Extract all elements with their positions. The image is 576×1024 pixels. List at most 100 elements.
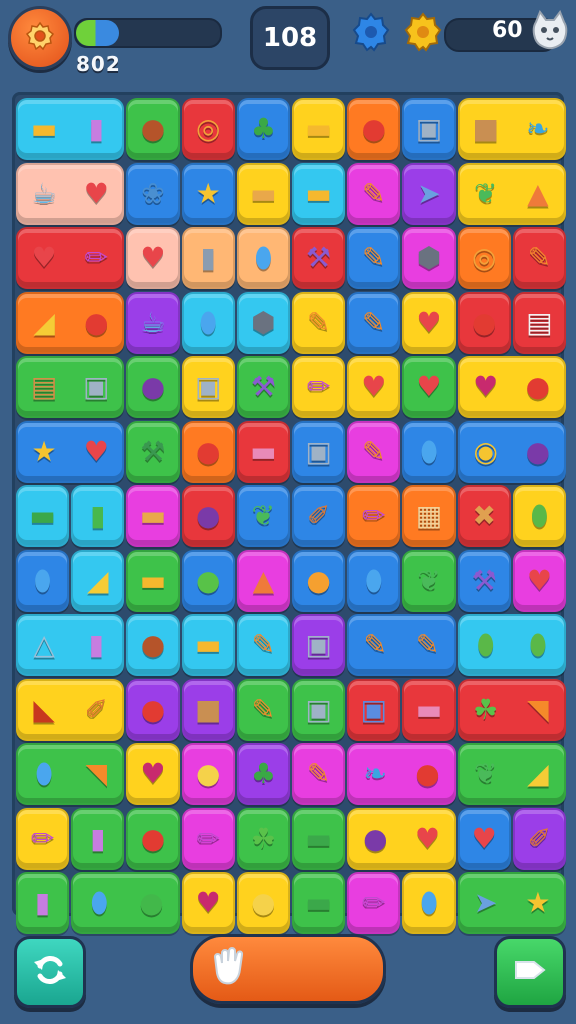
game-tile[interactable]: ◎ (181, 98, 235, 160)
game-tile[interactable]: ⚒ (126, 420, 180, 483)
game-tile[interactable]: ▬ (292, 162, 346, 225)
game-tile[interactable]: ◣ ✐ (16, 678, 125, 741)
game-tile[interactable]: ✎ ✎ (347, 614, 456, 676)
game-tile[interactable]: ▮ (71, 807, 125, 870)
game-tile[interactable]: ▬ (402, 678, 456, 741)
game-tile[interactable]: ▬ ▮ (16, 98, 125, 160)
game-tile[interactable]: ▤ ▣ (16, 356, 125, 418)
game-tile[interactable]: ✐ (512, 807, 566, 870)
game-tile[interactable]: ♥ (126, 227, 180, 289)
game-tile[interactable]: ✎ (347, 227, 401, 289)
game-tile[interactable]: ☕ (126, 291, 180, 354)
game-tile[interactable]: ⬮ (402, 420, 456, 483)
game-tile[interactable]: ☘ (236, 807, 290, 870)
game-tile[interactable]: ● (181, 420, 235, 483)
game-tile[interactable]: ⬮ (181, 291, 235, 354)
game-tile[interactable]: ● (126, 807, 180, 870)
game-tile[interactable]: ▣ (347, 678, 401, 741)
blue-gear-badge-icon[interactable] (352, 12, 390, 52)
game-tile[interactable]: ♥ (512, 549, 566, 612)
game-tile[interactable]: ▤ (512, 291, 566, 354)
next-button[interactable] (494, 936, 566, 1008)
game-tile[interactable]: ★ (181, 162, 235, 225)
game-tile[interactable]: ▦ (402, 485, 456, 547)
game-tile[interactable]: ● (126, 678, 180, 741)
game-tile[interactable]: ⬮ (236, 227, 290, 289)
game-tile[interactable]: ⚒ (457, 549, 511, 612)
game-tile[interactable]: ✎ (236, 678, 290, 741)
hint-button[interactable] (190, 934, 386, 1004)
game-tile[interactable]: ⚒ (236, 356, 290, 418)
game-tile[interactable]: ⚒ (292, 227, 346, 289)
game-tile[interactable]: ▣ (292, 420, 346, 483)
game-tile[interactable]: ✐ (292, 485, 346, 547)
game-tile[interactable]: ✎ (512, 227, 566, 289)
game-tile[interactable]: ▬ (236, 162, 290, 225)
game-tile[interactable]: ● (347, 98, 401, 160)
game-tile[interactable]: ✏ (16, 807, 70, 870)
game-tile[interactable]: ♥ (457, 807, 511, 870)
game-tile[interactable]: ✎ (347, 291, 401, 354)
game-tile[interactable]: ■ (181, 678, 235, 741)
undo-button[interactable] (14, 936, 86, 1008)
game-tile[interactable]: ✎ (292, 291, 346, 354)
game-tile[interactable]: ✎ (292, 743, 346, 805)
game-tile[interactable]: ♥ (126, 743, 180, 805)
game-tile[interactable]: ♣ (236, 98, 290, 160)
game-tile[interactable]: ● (126, 356, 180, 418)
game-tile[interactable]: ⬮ ◥ (16, 743, 125, 805)
game-tile[interactable]: ⬮ (16, 549, 70, 612)
game-tile[interactable]: ✎ (347, 420, 401, 483)
game-tile[interactable]: ♥ ✏ (16, 227, 125, 289)
game-tile[interactable]: ● (126, 614, 180, 676)
game-tile[interactable]: ▬ (181, 614, 235, 676)
game-tile[interactable]: ▬ (292, 98, 346, 160)
game-tile[interactable]: ◢ ● (16, 291, 125, 354)
game-tile[interactable]: ● (126, 98, 180, 160)
game-tile[interactable]: ★ ♥ (16, 420, 125, 483)
game-tile[interactable]: ◉ ● (457, 420, 566, 483)
game-tile[interactable]: ◎ (457, 227, 511, 289)
gold-gear-badge-icon[interactable] (404, 12, 442, 52)
game-tile[interactable]: ☘ ◥ (457, 678, 566, 741)
game-tile[interactable]: ▮ (181, 227, 235, 289)
game-tile[interactable]: ✏ (347, 485, 401, 547)
game-tile[interactable]: ▣ (292, 678, 346, 741)
game-tile[interactable]: ● (181, 549, 235, 612)
settings-button[interactable] (8, 6, 72, 70)
game-tile[interactable]: ● ♥ (347, 807, 456, 870)
game-tile[interactable]: ♥ (347, 356, 401, 418)
game-tile[interactable]: ▬ (292, 807, 346, 870)
game-tile[interactable]: ❦ (402, 549, 456, 612)
game-tile[interactable]: ✎ (347, 162, 401, 225)
game-tile[interactable]: ▣ (402, 98, 456, 160)
game-tile[interactable]: ✖ (457, 485, 511, 547)
game-tile[interactable]: ❀ (126, 162, 180, 225)
game-tile[interactable]: ♥ ● (457, 356, 566, 418)
game-tile[interactable]: ❧ ● (347, 743, 456, 805)
game-tile[interactable]: ▬ (236, 420, 290, 483)
game-tile[interactable]: ▬ (126, 549, 180, 612)
game-tile[interactable]: △ ▮ (16, 614, 125, 676)
game-tile[interactable]: ⬮ ⬮ (457, 614, 566, 676)
game-tile[interactable]: ● (181, 485, 235, 547)
game-tile[interactable]: ❦ ◢ (457, 743, 566, 805)
game-tile[interactable]: ✏ (181, 807, 235, 870)
game-tile[interactable]: ♥ (402, 291, 456, 354)
game-tile[interactable]: ♥ (402, 356, 456, 418)
game-tile[interactable]: ⬮ (347, 549, 401, 612)
game-tile[interactable]: ▣ (292, 614, 346, 676)
game-tile[interactable]: ● (457, 291, 511, 354)
game-tile[interactable]: ❦ (236, 485, 290, 547)
game-tile[interactable]: ▬ (126, 485, 180, 547)
game-tile[interactable]: ▮ (71, 485, 125, 547)
game-tile[interactable]: ✎ (236, 614, 290, 676)
game-tile[interactable]: ▣ (181, 356, 235, 418)
game-tile[interactable]: ♣ (236, 743, 290, 805)
game-tile[interactable]: ● (181, 743, 235, 805)
game-tile[interactable]: ☕ ♥ (16, 162, 125, 225)
game-tile[interactable]: ▬ (16, 485, 70, 547)
game-tile[interactable]: ■ ❧ (457, 98, 566, 160)
game-tile[interactable]: ⬮ (512, 485, 566, 547)
game-tile[interactable]: ➤ (402, 162, 456, 225)
